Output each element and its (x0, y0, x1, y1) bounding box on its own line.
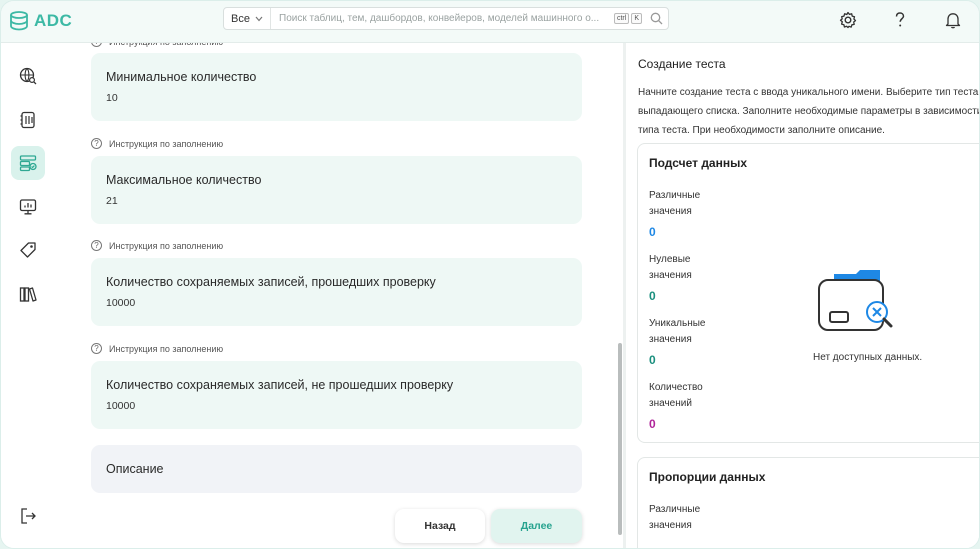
app-window: ADC Все Поиск таблиц, тем, дашбордов, ко… (0, 0, 980, 549)
field-label: Количество сохраняемых записей, не проше… (106, 378, 454, 392)
hint-label: Инструкция по заполнению (109, 343, 224, 354)
nav-notebooks[interactable] (11, 103, 45, 137)
panel-description: Начните создание теста с ввода уникально… (638, 87, 980, 136)
field-value[interactable]: 10000 (106, 400, 567, 412)
test-form: ? Инструкция по заполнению Минимальное к… (55, 43, 623, 548)
global-search: Все Поиск таблиц, тем, дашбордов, конвей… (223, 7, 669, 30)
hint-label: Инструкция по заполнению (109, 138, 224, 149)
top-bar: ADC Все Поиск таблиц, тем, дашбордов, ко… (1, 1, 979, 43)
search-scope-select[interactable]: Все (224, 8, 271, 29)
fill-instruction-hint[interactable]: ? Инструкция по заполнению (91, 43, 223, 47)
field-label: Описание (106, 462, 164, 476)
card-title: Подсчет данных (649, 156, 748, 170)
question-circle-icon: ? (91, 240, 102, 251)
passed-rows-count-field[interactable]: Количество сохраняемых записей, прошедши… (91, 258, 582, 326)
logout-icon (21, 508, 36, 524)
hint-label: Инструкция по заполнению (109, 43, 223, 47)
stat-value: 0 (649, 353, 656, 367)
field-label: Количество сохраняемых записей, прошедши… (106, 275, 436, 289)
stat-value: 0 (649, 289, 656, 303)
search-input[interactable]: Поиск таблиц, тем, дашбордов, конвейеров… (271, 13, 614, 24)
fill-instruction-hint[interactable]: ? Инструкция по заполнению (91, 240, 223, 251)
stat-value: 0 (649, 417, 656, 431)
empty-state-text: Нет доступных данных. (813, 352, 923, 363)
data-proportions-card: Пропорции данных Различные значения (637, 457, 979, 548)
settings-gear-icon[interactable] (837, 9, 859, 31)
library-icon (19, 287, 37, 302)
description-field[interactable]: Описание (91, 445, 582, 493)
card-title: Пропорции данных (649, 470, 766, 484)
data-quality-icon (19, 155, 37, 172)
nav-explore[interactable] (11, 59, 45, 93)
monitor-chart-icon (19, 199, 37, 215)
max-count-field[interactable]: Максимальное количество 21 (91, 156, 582, 224)
nav-logout[interactable] (11, 499, 45, 533)
notifications-bell-icon[interactable] (942, 9, 964, 31)
fill-instruction-hint[interactable]: ? Инструкция по заполнению (91, 343, 223, 354)
question-circle-icon: ? (91, 343, 102, 354)
min-count-field[interactable]: Минимальное количество 10 (91, 53, 582, 121)
field-label: Максимальное количество (106, 173, 262, 187)
stat-label: Различные значения (649, 504, 701, 531)
data-count-card: Подсчет данных Различные значения 0 Нуле… (637, 143, 979, 443)
stat-label: Уникальные значения (649, 318, 706, 345)
shortcut-k-key: K (631, 13, 642, 24)
back-button[interactable]: Назад (395, 509, 485, 543)
hint-label: Инструкция по заполнению (109, 240, 224, 251)
app-logo[interactable]: ADC (9, 10, 72, 32)
stat-value: 0 (649, 225, 656, 239)
stat-label: Различные значения (649, 190, 701, 217)
tag-icon (20, 242, 36, 258)
nav-glossary[interactable] (11, 277, 45, 311)
question-circle-icon: ? (91, 138, 102, 149)
logo-text: ADC (34, 11, 73, 30)
next-button[interactable]: Далее (491, 509, 582, 543)
stat-label: Количество значений (649, 382, 703, 409)
panel-title: Создание теста (638, 57, 726, 71)
chevron-down-icon (255, 16, 263, 21)
field-value[interactable]: 21 (106, 195, 567, 207)
stat-label: Нулевые значения (649, 254, 692, 281)
failed-rows-count-field[interactable]: Количество сохраняемых записей, не проше… (91, 361, 582, 429)
nav-tags[interactable] (11, 233, 45, 267)
search-icon[interactable] (644, 12, 668, 25)
shortcut-ctrl-key: ctrl (613, 13, 630, 24)
notebook-icon (20, 111, 35, 129)
empty-folder-search-icon (818, 270, 893, 331)
field-value[interactable]: 10000 (106, 297, 567, 309)
fill-instruction-hint[interactable]: ? Инструкция по заполнению (91, 138, 223, 149)
left-navigation (1, 43, 55, 548)
globe-search-icon (19, 67, 37, 85)
search-scope-value: Все (231, 12, 250, 25)
help-question-icon[interactable] (889, 9, 911, 31)
field-value[interactable]: 10 (106, 92, 567, 104)
nav-data-quality[interactable] (11, 146, 45, 180)
field-label: Минимальное количество (106, 70, 257, 84)
database-logo-icon (10, 11, 28, 31)
help-panel: Создание теста Начните создание теста с … (626, 43, 980, 548)
form-scrollbar-thumb[interactable] (618, 343, 622, 535)
question-circle-icon: ? (91, 43, 102, 47)
nav-dashboards[interactable] (11, 190, 45, 224)
